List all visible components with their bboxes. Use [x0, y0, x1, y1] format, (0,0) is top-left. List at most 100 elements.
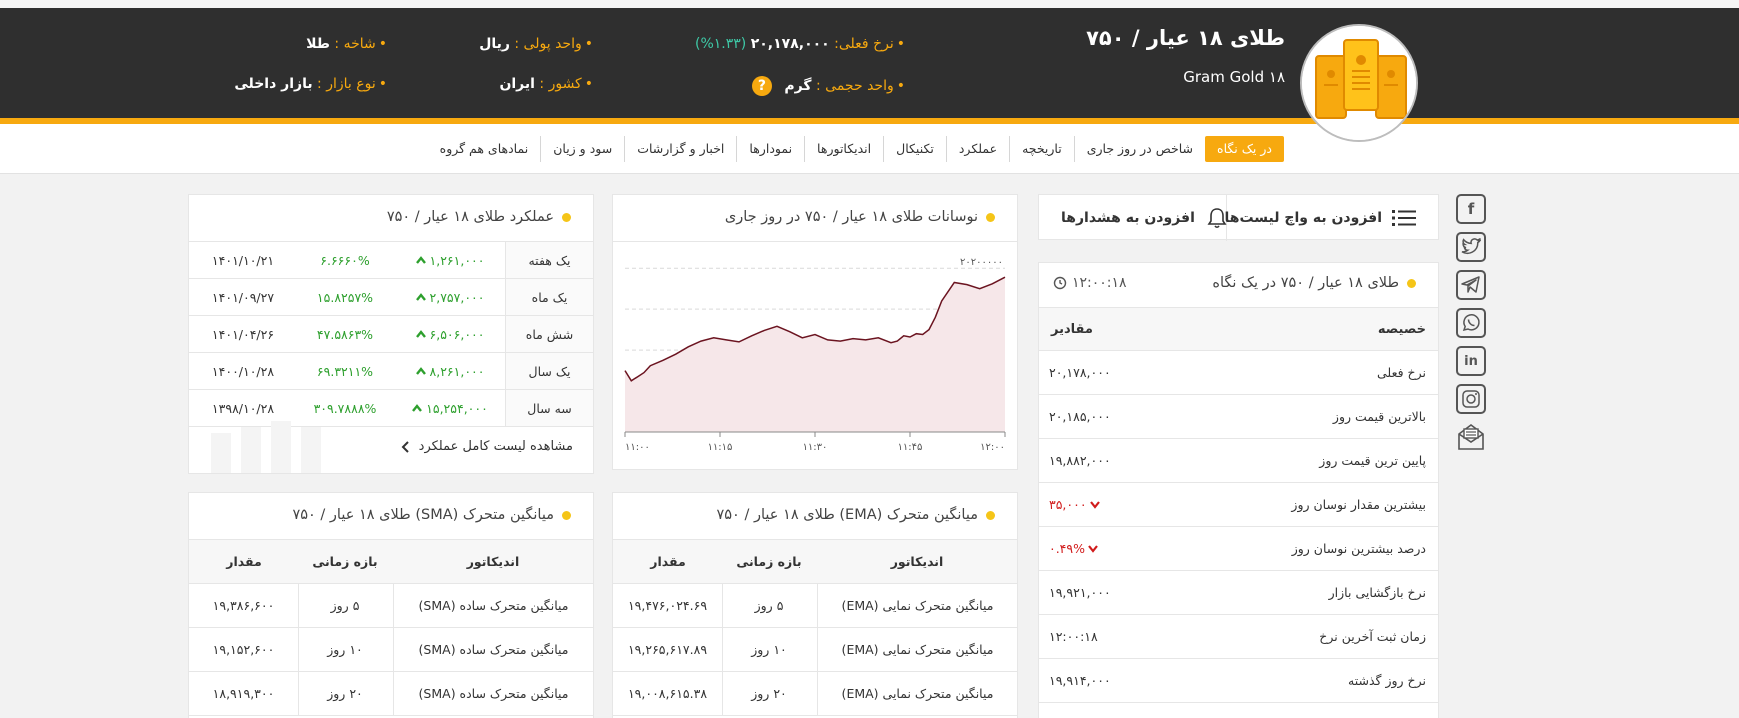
glance-row: نرخ بازگشایی بازار ۱۹,۹۲۱,۰۰۰ — [1039, 571, 1438, 615]
performance-change: ۱,۲۶۱,۰۰۰ — [429, 252, 485, 268]
clock-icon — [1053, 276, 1067, 290]
glance-row: درصد بیشترین نوسان روز ۰.۴۹% — [1039, 527, 1438, 571]
glance-value: ۱۹,۹۲۱,۰۰۰ — [1049, 585, 1111, 600]
add-to-alerts-button[interactable]: افزودن به هشدارها — [1061, 195, 1227, 241]
tab-history[interactable]: تاریخچه — [1009, 136, 1074, 162]
tab-performance[interactable]: عملکرد — [945, 136, 1009, 162]
performance-card: عملکرد طلای ۱۸ عیار / ۷۵۰ یک هفته ۱,۲۶۱,… — [188, 194, 594, 474]
performance-row: یک هفته ۱,۲۶۱,۰۰۰ ۶.۶۶۶۰% ۱۴۰۱/۱۰/۲۱ — [189, 242, 593, 279]
up-arrow-icon — [412, 404, 423, 412]
glance-time: ۱۲:۰۰:۱۸ — [1053, 275, 1127, 291]
tab-indicators[interactable]: اندیکاتورها — [804, 136, 883, 162]
x-tick-label: ۱۲:۰۰ — [980, 442, 1005, 453]
current-rate-info: •نرخ فعلی: ۲۰,۱۷۸,۰۰۰ (۱.۳۳%) — [695, 36, 905, 52]
sma-card: میانگین متحرک (SMA) طلای ۱۸ عیار / ۷۵۰ ا… — [188, 492, 594, 718]
glance-title: طلای ۱۸ عیار / ۷۵۰ در یک نگاه — [1212, 275, 1416, 291]
performance-change: ۲,۷۵۷,۰۰۰ — [429, 289, 485, 305]
performance-date: ۱۴۰۱/۰۴/۲۶ — [211, 326, 275, 342]
performance-row: سه سال ۱۵,۲۵۴,۰۰۰ ۳۰۹.۷۸۸۸% ۱۳۹۸/۱۰/۲۸ — [189, 390, 593, 427]
page-subtitle: Gram Gold ۱۸ — [1183, 68, 1285, 86]
symbol-header — [0, 8, 1739, 120]
email-icon[interactable] — [1456, 422, 1486, 452]
intraday-chart-card: نوسانات طلای ۱۸ عیار / ۷۵۰ در روز جاری ۲… — [612, 194, 1018, 470]
instagram-icon[interactable] — [1456, 384, 1486, 414]
chart-title: نوسانات طلای ۱۸ عیار / ۷۵۰ در روز جاری — [725, 209, 995, 225]
performance-date: ۱۴۰۱/۰۹/۲۷ — [211, 289, 275, 305]
up-arrow-icon — [415, 256, 426, 264]
ema-title: میانگین متحرک (EMA) طلای ۱۸ عیار / ۷۵۰ — [716, 507, 995, 523]
title-bullet — [562, 510, 571, 520]
glance-value: ۱۹,۸۸۲,۰۰۰ — [1049, 453, 1111, 468]
tab-news-reports[interactable]: اخبار و گزارشات — [624, 136, 736, 162]
add-to-watchlist-button[interactable]: افزودن به واچ لیست‌ها — [1225, 195, 1416, 241]
ema-row: میانگین متحرک نمایی (EMA) ۲۰ روز ۱۹,۰۰۸,… — [613, 672, 1017, 716]
glance-value: ۲۰,۱۷۸,۰۰۰ — [1049, 365, 1111, 380]
sma-row: میانگین متحرک ساده (SMA) ۵ روز ۱۹,۳۸۶,۶۰… — [189, 584, 593, 628]
sma-row: میانگین متحرک ساده (SMA) ۲۰ روز ۱۸,۹۱۹,۳… — [189, 672, 593, 716]
area-fill — [625, 277, 1005, 432]
country-info: •کشور : ایران — [499, 76, 593, 92]
up-arrow-icon — [415, 367, 426, 375]
y-tick-label: ۲۰۲۰۰۰۰۰ — [960, 257, 1003, 268]
performance-percent: ۳۰۹.۷۸۸۸% — [313, 400, 377, 416]
performance-change: ۶,۵۰۶,۰۰۰ — [429, 326, 485, 342]
currency-info: •واحد پولی : ریال — [479, 36, 593, 52]
ema-row: میانگین متحرک نمایی (EMA) ۱۰ روز ۱۹,۲۶۵,… — [613, 628, 1017, 672]
down-arrow-icon — [1089, 500, 1100, 509]
whatsapp-icon[interactable] — [1456, 308, 1486, 338]
performance-percent: ۴۷.۵۸۶۳% — [316, 326, 374, 342]
facebook-icon[interactable]: f — [1456, 194, 1486, 224]
linkedin-icon[interactable]: in — [1456, 346, 1486, 376]
ema-row: میانگین متحرک نمایی (EMA) ۵ روز ۱۹,۴۷۶,۰… — [613, 584, 1017, 628]
page-title: طلای ۱۸ عیار / ۷۵۰ — [1086, 26, 1285, 50]
glance-header-row: خصیصه مقادیر — [1039, 307, 1438, 351]
intraday-area-chart[interactable]: ۲۰۲۰۰۰۰۰۲۰۱۰۰۰۰۰۲۰۰۰۰۰۰۰۱۹۹۰۰۰۰۰۱۹۸۰۰۰۰۰… — [613, 242, 1017, 470]
glance-value: ۱۹,۹۱۴,۰۰۰ — [1049, 673, 1111, 688]
glance-row: بالاترین قیمت روز ۲۰,۱۸۵,۰۰۰ — [1039, 395, 1438, 439]
title-bullet — [986, 510, 995, 520]
glance-row: پایین ترین قیمت روز ۱۹,۸۸۲,۰۰۰ — [1039, 439, 1438, 483]
telegram-icon[interactable] — [1456, 270, 1486, 300]
tab-profit-loss[interactable]: سود و زیان — [540, 136, 624, 162]
tab-technical[interactable]: تکنیکال — [883, 136, 946, 162]
top-strip — [0, 0, 1739, 8]
glance-value: ۰.۴۹% — [1049, 541, 1085, 556]
at-a-glance-card: طلای ۱۸ عیار / ۷۵۰ در یک نگاه ۱۲:۰۰:۱۸ خ… — [1038, 262, 1439, 718]
sma-header-row: اندیکاتور بازه زمانی مقدار — [189, 540, 593, 584]
chevron-left-icon — [401, 440, 409, 453]
performance-date: ۱۴۰۱/۱۰/۲۱ — [211, 252, 275, 268]
market-type-info: •نوع بازار : بازار داخلی — [234, 76, 387, 92]
x-tick-label: ۱۱:۰۰ — [625, 442, 650, 453]
list-icon — [1392, 210, 1416, 226]
performance-row: یک ماه ۲,۷۵۷,۰۰۰ ۱۵.۸۲۵۷% ۱۴۰۱/۰۹/۲۷ — [189, 279, 593, 316]
glance-row: زمان ثبت آخرین نرخ ۱۲:۰۰:۱۸ — [1039, 615, 1438, 659]
glance-row: نرخ فعلی ۲۰,۱۷۸,۰۰۰ — [1039, 351, 1438, 395]
performance-percent: ۶.۶۶۶۰% — [320, 252, 370, 268]
tab-at-a-glance[interactable]: در یک نگاه — [1205, 136, 1284, 162]
gold-bar-logo — [1300, 24, 1418, 142]
ema-header-row: اندیکاتور بازه زمانی مقدار — [613, 540, 1017, 584]
performance-percent: ۶۹.۳۲۱۱% — [316, 363, 374, 379]
title-bullet — [986, 212, 995, 222]
x-tick-label: ۱۱:۱۵ — [708, 442, 733, 453]
branch-info: •شاخه : طلا — [306, 36, 387, 52]
tab-charts[interactable]: نمودارها — [736, 136, 804, 162]
tab-intraday-index[interactable]: شاخص در روز جاری — [1073, 136, 1205, 162]
title-bullet — [562, 212, 571, 222]
performance-change: ۸,۲۶۱,۰۰۰ — [429, 363, 485, 379]
view-full-performance-link[interactable]: مشاهده لیست کامل عملکرد — [401, 439, 573, 454]
tab-peer-symbols[interactable]: نمادهای هم گروه — [428, 136, 541, 162]
performance-change: ۱۵,۲۵۴,۰۰۰ — [426, 400, 488, 416]
ema-card: میانگین متحرک (EMA) طلای ۱۸ عیار / ۷۵۰ ا… — [612, 492, 1018, 718]
x-tick-label: ۱۱:۳۰ — [803, 442, 828, 453]
sma-title: میانگین متحرک (SMA) طلای ۱۸ عیار / ۷۵۰ — [292, 507, 571, 523]
glance-value: ۲۰,۱۸۵,۰۰۰ — [1049, 409, 1111, 424]
up-arrow-icon — [415, 293, 426, 301]
glance-row: بیشترین مقدار نوسان روز ۳۵,۰۰۰ — [1039, 483, 1438, 527]
up-arrow-icon — [415, 330, 426, 338]
glance-value: ۳۵,۰۰۰ — [1049, 497, 1087, 512]
actions-bar: افزودن به واچ لیست‌ها افزودن به هشدارها — [1038, 194, 1439, 241]
help-icon[interactable]: ? — [751, 76, 772, 96]
twitter-icon[interactable] — [1456, 232, 1486, 262]
sma-row: میانگین متحرک ساده (SMA) ۱۰ روز ۱۹,۱۵۲,۶… — [189, 628, 593, 672]
